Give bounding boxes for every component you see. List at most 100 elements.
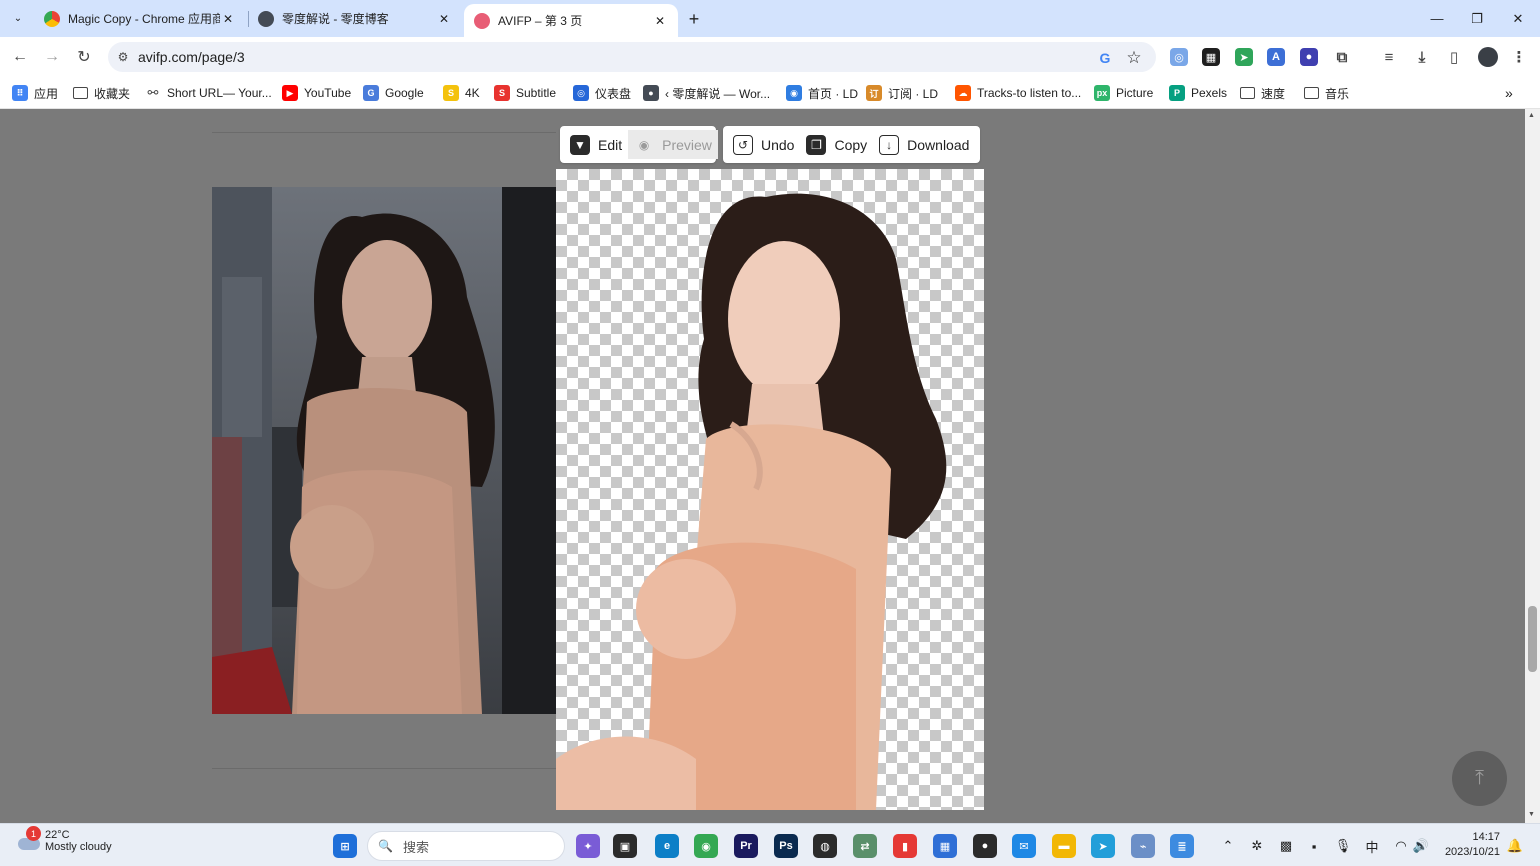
bookmark-14[interactable]: P Pexels xyxy=(1169,83,1227,103)
bookmark-6[interactable]: S 4K xyxy=(443,83,480,103)
clock[interactable]: 14:17 2023/10/21 xyxy=(1440,830,1500,860)
preview-label: Preview xyxy=(662,136,712,153)
edge-icon[interactable]: e xyxy=(655,834,679,858)
bookmark-1[interactable]: ⠿ 应用 xyxy=(12,83,58,103)
scrollbar-thumb[interactable] xyxy=(1528,606,1537,672)
bookmark-10[interactable]: ◉ 首页 · LD xyxy=(786,83,858,103)
bookmarks-overflow-button[interactable]: » xyxy=(1505,83,1513,103)
monitor-icon[interactable]: ⌁ xyxy=(1131,834,1155,858)
4k-icon: S xyxy=(443,85,459,101)
site-info-icon[interactable]: ⚙ xyxy=(108,50,138,64)
weather-temp: 22°C xyxy=(45,829,70,841)
preview-button[interactable]: ◉ Preview xyxy=(628,130,718,159)
reload-icon: ↻ xyxy=(77,49,91,66)
download-ext-icon[interactable]: ⤓ xyxy=(1413,48,1431,66)
obs-icon[interactable]: ◍ xyxy=(813,834,837,858)
bookmark-5[interactable]: G Google xyxy=(363,83,424,103)
tab-lingdu-blog[interactable]: 零度解说 - 零度博客 ✕ xyxy=(248,0,462,37)
bookmark-16[interactable]: 音乐 xyxy=(1304,83,1349,103)
bookmark-3[interactable]: ⚯ Short URL— Your... xyxy=(145,83,272,103)
forward-button[interactable]: → xyxy=(38,43,66,71)
bookmark-11[interactable]: 订订阅 · LD xyxy=(866,83,938,103)
scroll-down-icon[interactable]: ▼ xyxy=(1528,811,1535,818)
network-app-icon[interactable]: ✲ xyxy=(1247,836,1267,856)
search-ext-icon[interactable]: ◎ xyxy=(1170,48,1188,66)
restore-button[interactable]: ❐ xyxy=(1457,0,1497,37)
explorer-icon[interactable]: ▬ xyxy=(1052,834,1076,858)
bookmark-label: Short URL— Your... xyxy=(167,86,272,100)
back-button[interactable]: ← xyxy=(6,43,34,71)
color-app-icon[interactable]: ▩ xyxy=(1276,836,1296,856)
bookmark-12[interactable]: ☁ Tracks-to listen to... xyxy=(955,83,1081,103)
bookmark-star-icon[interactable]: ☆ xyxy=(1125,48,1143,67)
puzzle-ext-icon[interactable]: ⧉ xyxy=(1333,48,1351,66)
bookmark-15[interactable]: 速度 xyxy=(1240,83,1285,103)
translate-ext-icon[interactable]: A xyxy=(1267,48,1285,66)
weather-widget[interactable]: 1 22°C Mostly cloudy xyxy=(16,826,112,853)
bookmark-7[interactable]: S Subtitle xyxy=(494,83,556,103)
close-icon[interactable]: ✕ xyxy=(220,11,236,27)
back-to-top-button[interactable]: ⤒ xyxy=(1452,751,1507,806)
pexels-icon: P xyxy=(1169,85,1185,101)
purple-ext-icon[interactable]: ● xyxy=(1300,48,1318,66)
transfer-icon[interactable]: ⇄ xyxy=(853,834,877,858)
page-content: ▼ Edit ◉ Preview ↺ Undo ❐ Copy ↓ Downloa… xyxy=(0,109,1525,823)
close-icon[interactable]: ✕ xyxy=(436,11,452,27)
tab-ext-icon[interactable]: ▦ xyxy=(1202,48,1220,66)
youtube-icon: ▶ xyxy=(282,85,298,101)
copy-button[interactable]: ❐ Copy xyxy=(800,130,873,159)
wifi-icon[interactable]: ◠ xyxy=(1391,836,1411,856)
dashboard-icon: ◎ xyxy=(573,85,589,101)
weather-desc: Mostly cloudy xyxy=(45,841,112,853)
plus-icon: + xyxy=(688,8,700,29)
mic-icon[interactable]: 🎙 xyxy=(1333,836,1353,856)
copilot-icon[interactable]: ✦ xyxy=(576,834,600,858)
google-lens-icon[interactable]: G xyxy=(1096,49,1114,67)
chevron-up-icon[interactable]: ⌃ xyxy=(1218,836,1238,856)
photoshop-icon[interactable]: Ps xyxy=(774,834,798,858)
sidepanel-ext-icon[interactable]: ▯ xyxy=(1445,48,1463,66)
bookmark-4[interactable]: ▶ YouTube xyxy=(282,83,351,103)
page-scrollbar[interactable]: ▲ ▼ xyxy=(1525,109,1540,823)
media-icon[interactable]: ● xyxy=(973,834,997,858)
red-app-icon[interactable]: ▮ xyxy=(893,834,917,858)
address-bar[interactable]: ⚙ avifp.com/page/3 G ☆ xyxy=(108,42,1156,72)
premiere-icon[interactable]: Pr xyxy=(734,834,758,858)
original-photo[interactable] xyxy=(212,187,556,714)
tab-magic-copy[interactable]: Magic Copy - Chrome 应用商店 ✕ xyxy=(34,0,246,37)
volume-icon[interactable]: 🔊 xyxy=(1411,836,1431,856)
menu-ext-icon[interactable]: ⋮ xyxy=(1510,48,1528,66)
ime-icon[interactable]: 中 xyxy=(1362,836,1382,856)
bookmark-9[interactable]: ● ‹ 零度解说 — Wor... xyxy=(643,83,770,103)
undo-button[interactable]: ↺ Undo xyxy=(727,130,800,159)
calendar-icon[interactable]: ▦ xyxy=(933,834,957,858)
url-text[interactable]: avifp.com/page/3 xyxy=(138,49,245,65)
media-ext-icon[interactable]: ≡ xyxy=(1380,48,1398,66)
window-close-button[interactable]: ✕ xyxy=(1498,0,1538,37)
notepad-icon[interactable]: ≣ xyxy=(1170,834,1194,858)
profile-avatar[interactable] xyxy=(1478,47,1498,67)
minimize-button[interactable]: — xyxy=(1417,0,1457,37)
telegram-icon[interactable]: ➤ xyxy=(1091,834,1115,858)
download-button[interactable]: ↓ Download xyxy=(873,130,975,159)
green-ext-icon[interactable]: ➤ xyxy=(1235,48,1253,66)
taskview-icon[interactable]: ▣ xyxy=(613,834,637,858)
tab-search-button[interactable]: ⌄ xyxy=(6,6,30,30)
bookmark-13[interactable]: px Picture xyxy=(1094,83,1153,103)
cutout-canvas[interactable] xyxy=(556,169,984,810)
new-tab-button[interactable]: + xyxy=(682,7,706,31)
bookmark-2[interactable]: 收藏夹 xyxy=(73,83,130,103)
scroll-up-icon[interactable]: ▲ xyxy=(1528,112,1535,119)
reload-button[interactable]: ↻ xyxy=(70,43,98,71)
start-icon[interactable]: ⊞ xyxy=(333,834,357,858)
chrome-icon[interactable]: ◉ xyxy=(694,834,718,858)
arrow-left-icon: ← xyxy=(12,48,28,65)
edit-button[interactable]: ▼ Edit xyxy=(564,130,628,159)
bookmark-8[interactable]: ◎ 仪表盘 xyxy=(573,83,631,103)
gray-app-icon[interactable]: ▪ xyxy=(1304,836,1324,856)
tab-avifp[interactable]: AVIFP – 第 3 页 ✕ xyxy=(464,4,678,37)
close-icon[interactable]: ✕ xyxy=(652,13,668,29)
notification-icon[interactable]: 🔔 xyxy=(1505,836,1525,856)
mail-icon[interactable]: ✉ xyxy=(1012,834,1036,858)
taskbar-search[interactable]: 🔍 搜索 xyxy=(367,831,565,861)
